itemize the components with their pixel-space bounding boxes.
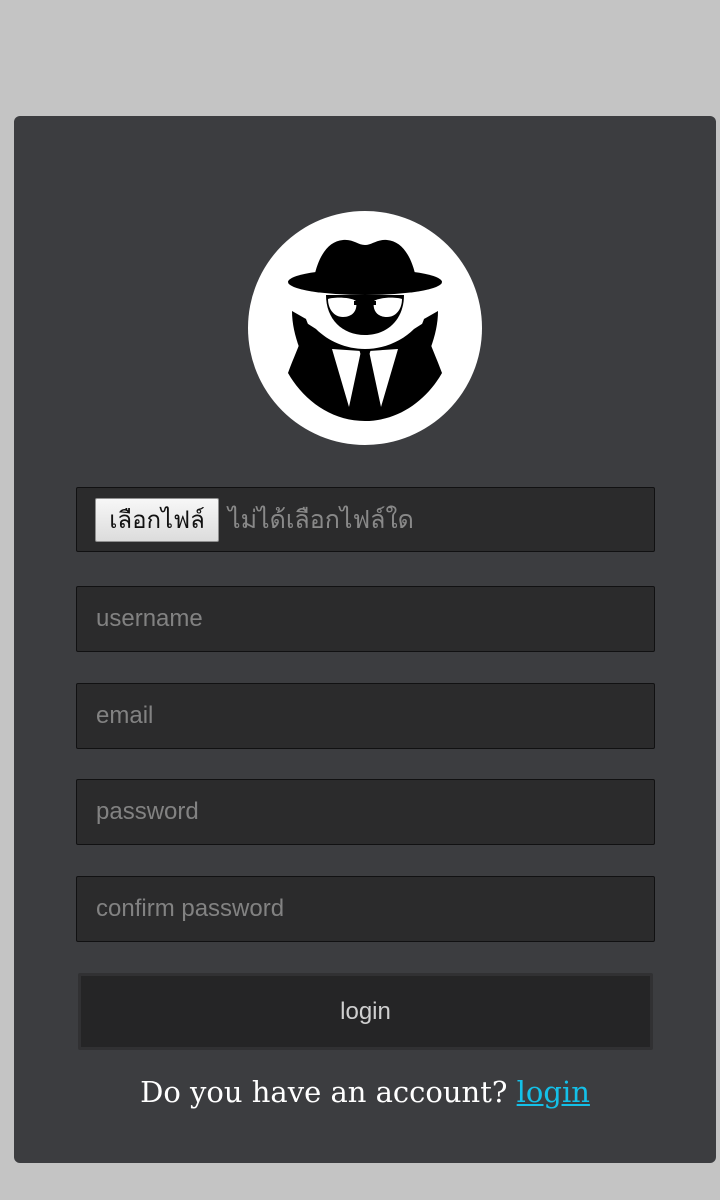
password-input[interactable] [77, 780, 654, 844]
account-prompt: Do you have an account? login [14, 1071, 716, 1113]
confirm-password-input[interactable] [77, 877, 654, 941]
avatar-file-input[interactable]: เลือกไฟล์ ไม่ได้เลือกไฟล์ใด [76, 487, 655, 552]
email-field-wrapper [76, 683, 655, 749]
register-card: เลือกไฟล์ ไม่ได้เลือกไฟล์ใด login Do you… [14, 116, 716, 1163]
login-link[interactable]: login [517, 1075, 590, 1109]
submit-button[interactable]: login [78, 973, 653, 1050]
username-input[interactable] [77, 587, 654, 651]
avatar [248, 211, 482, 445]
password-field-wrapper [76, 779, 655, 845]
email-input[interactable] [77, 684, 654, 748]
confirm-password-field-wrapper [76, 876, 655, 942]
choose-file-button[interactable]: เลือกไฟล์ [95, 498, 219, 542]
incognito-spy-icon [288, 239, 442, 421]
file-status-text: ไม่ได้เลือกไฟล์ใด [228, 505, 414, 534]
username-field-wrapper [76, 586, 655, 652]
account-question: Do you have an account? [140, 1075, 508, 1109]
